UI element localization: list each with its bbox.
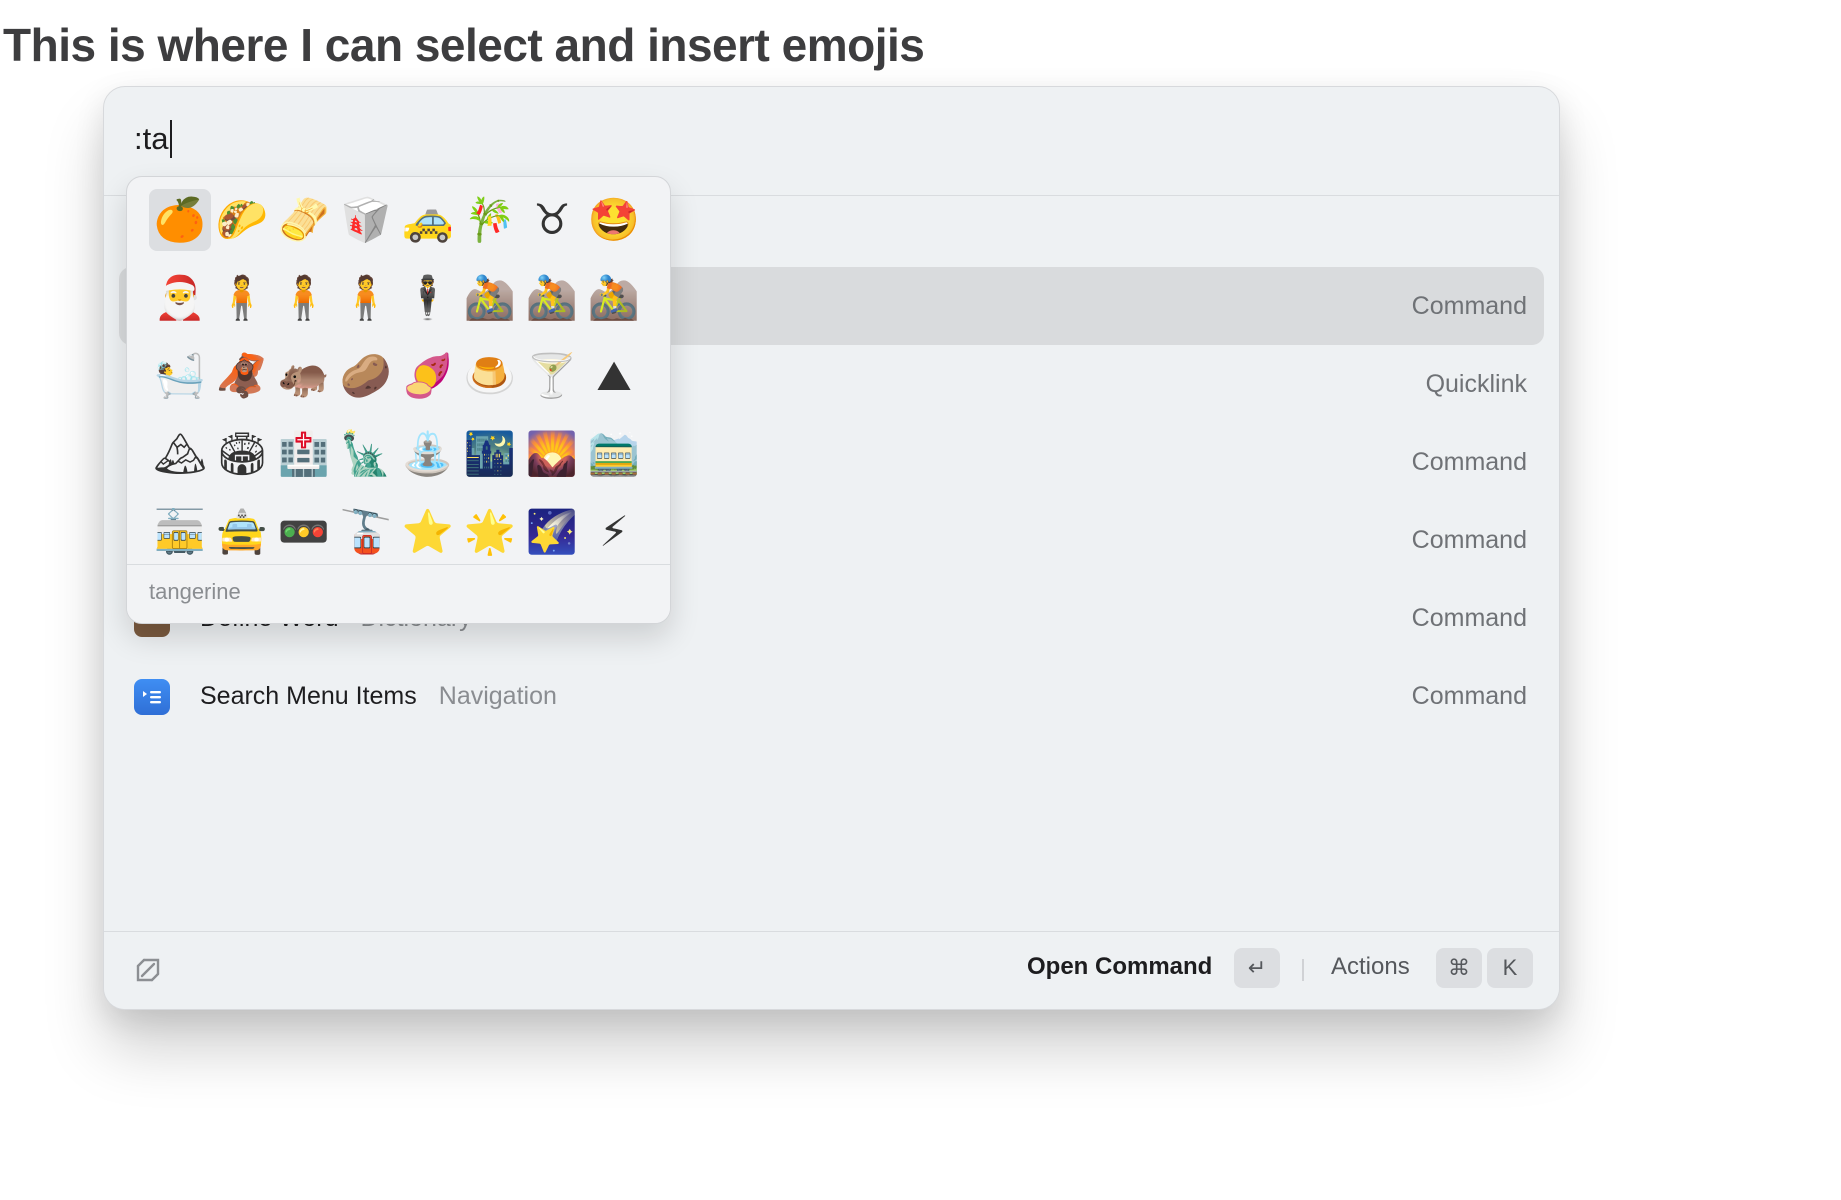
menu-list-icon xyxy=(134,679,170,715)
return-key-hint: ↵ xyxy=(1234,948,1280,988)
emoji-cell[interactable]: 🚵 xyxy=(521,267,583,329)
result-subtitle: Navigation xyxy=(438,681,557,710)
result-kind: Command xyxy=(1411,603,1527,632)
emoji-cell[interactable]: ⛲ xyxy=(397,423,459,485)
emoji-cell[interactable]: 🎅 xyxy=(149,267,211,329)
open-command-button[interactable]: Open Command xyxy=(1027,953,1212,981)
result-row-search-menu-items[interactable]: Search Menu Items Navigation Command xyxy=(119,657,1544,735)
emoji-cell[interactable]: 🚵 xyxy=(459,267,521,329)
result-title-text: Search Menu Items xyxy=(200,681,417,710)
emoji-cell[interactable]: 🧍 xyxy=(335,267,397,329)
emoji-cell[interactable]: 🥔 xyxy=(335,345,397,407)
text-caret xyxy=(170,120,173,158)
emoji-cell[interactable]: ♉ xyxy=(521,189,583,251)
emoji-cell[interactable]: 🍊 xyxy=(149,189,211,251)
emoji-cell[interactable]: 🌠 xyxy=(521,501,583,563)
emoji-cell[interactable]: 🥡 xyxy=(335,189,397,251)
emoji-cell[interactable]: 🎋 xyxy=(459,189,521,251)
emoji-cell[interactable]: 🏥 xyxy=(273,423,335,485)
emoji-cell[interactable]: ⛰ xyxy=(583,345,645,407)
emoji-cell[interactable]: 🏔 xyxy=(149,423,211,485)
command-key-hint: ⌘ xyxy=(1436,948,1482,988)
emoji-cell[interactable]: 🚕 xyxy=(397,189,459,251)
search-query: :ta xyxy=(134,121,169,156)
emoji-picker-footer: tangerine xyxy=(127,564,670,623)
emoji-picker: 🍊 🌮 🫔 🥡 🚕 🎋 ♉ 🤩 🎅 🧍 🧍 🧍 🕴 🚵 🚵 🚵 🛀 🦧 🦛 🥔 🍠 🍮 🍸 ⛰ 🏔 🏟 🏥 🗽 ⛲ 🌃 🌄 🚞 🚋 🚖 🚥 🚡 ⭐ 🌟 🌠 ⚡… xyxy=(126,176,671,624)
result-kind: Command xyxy=(1411,525,1527,554)
emoji-cell[interactable]: 🍮 xyxy=(459,345,521,407)
emoji-cell[interactable]: 🏟 xyxy=(211,423,273,485)
emoji-cell[interactable]: 🧍 xyxy=(211,267,273,329)
emoji-grid: 🍊 🌮 🫔 🥡 🚕 🎋 ♉ 🤩 🎅 🧍 🧍 🧍 🕴 🚵 🚵 🚵 🛀 🦧 🦛 🥔 🍠 🍮 🍸 ⛰ 🏔 🏟 🏥 🗽 ⛲ 🌃 🌄 🚞 🚋 🚖 🚥 🚡 ⭐ 🌟 🌠 ⚡ xyxy=(149,187,649,565)
search-input[interactable]: :ta xyxy=(134,120,173,158)
emoji-cell[interactable]: 🧍 xyxy=(273,267,335,329)
emoji-cell[interactable]: 🌄 xyxy=(521,423,583,485)
emoji-cell[interactable]: 🗽 xyxy=(335,423,397,485)
actions-button[interactable]: Actions xyxy=(1331,953,1410,981)
footer-divider xyxy=(1302,959,1304,981)
emoji-cell[interactable]: 🍠 xyxy=(397,345,459,407)
emoji-cell[interactable]: 🍸 xyxy=(521,345,583,407)
result-kind: Command xyxy=(1411,681,1527,710)
raycast-logo-icon[interactable] xyxy=(130,952,166,993)
emoji-cell[interactable]: 🦧 xyxy=(211,345,273,407)
emoji-cell[interactable]: 🦛 xyxy=(273,345,335,407)
selected-emoji-name: tangerine xyxy=(149,579,241,604)
result-title: Search Menu Items Navigation xyxy=(200,682,557,711)
result-kind: Command xyxy=(1411,291,1527,320)
emoji-cell[interactable]: 🌟 xyxy=(459,501,521,563)
emoji-cell[interactable]: 🚡 xyxy=(335,501,397,563)
emoji-cell[interactable]: 🛀 xyxy=(149,345,211,407)
emoji-cell[interactable]: 🕴 xyxy=(397,267,459,329)
result-kind: Command xyxy=(1411,447,1527,476)
emoji-cell[interactable]: 🚥 xyxy=(273,501,335,563)
emoji-cell[interactable]: 🤩 xyxy=(583,189,645,251)
k-key-hint: K xyxy=(1487,948,1533,988)
emoji-cell[interactable]: 🌮 xyxy=(211,189,273,251)
result-kind: Quicklink xyxy=(1425,369,1527,398)
emoji-cell[interactable]: 🌃 xyxy=(459,423,521,485)
emoji-cell[interactable]: ⭐ xyxy=(397,501,459,563)
emoji-cell[interactable]: 🚞 xyxy=(583,423,645,485)
emoji-cell[interactable]: 🚖 xyxy=(211,501,273,563)
emoji-cell[interactable]: ⚡ xyxy=(583,501,645,563)
action-bar: Open Command ↵ Actions ⌘ K xyxy=(104,931,1559,1009)
page-headline: This is where I can select and insert em… xyxy=(3,19,925,71)
emoji-cell[interactable]: 🚋 xyxy=(149,501,211,563)
emoji-cell[interactable]: 🫔 xyxy=(273,189,335,251)
emoji-cell[interactable]: 🚵 xyxy=(583,267,645,329)
